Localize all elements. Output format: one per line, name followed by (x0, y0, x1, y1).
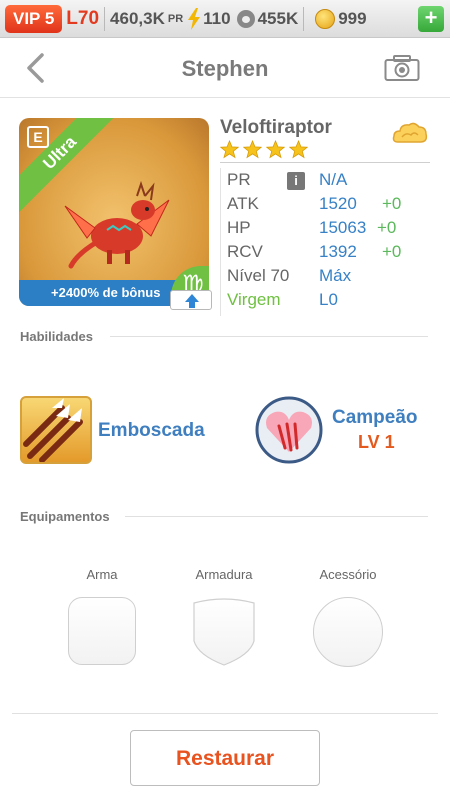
accessory-slot[interactable] (313, 597, 383, 667)
weapon-label: Arma (86, 567, 118, 582)
gems-value: 999 (338, 8, 367, 28)
ambush-skill-icon[interactable] (20, 396, 92, 464)
stat-bonus: +0 (382, 194, 402, 213)
status-divider (303, 6, 305, 31)
stat-label: HP (227, 218, 251, 237)
stat-label: PR (227, 170, 251, 189)
skill-name-ambush[interactable]: Emboscada (98, 420, 205, 442)
stat-label: Nível 70 (227, 266, 290, 285)
arrows-icon (23, 398, 83, 462)
stat-bonus: +0 (377, 218, 397, 237)
paw-icon (236, 9, 255, 28)
star-rating (220, 140, 308, 159)
evolution-badge: E (27, 126, 49, 148)
zodiac-level: L0 (319, 290, 338, 309)
name-divider (220, 162, 430, 163)
arrow-up-icon (185, 294, 199, 308)
dragon-card[interactable]: Ultra E +2400% de bônus ♍ (19, 118, 209, 306)
status-divider (104, 6, 106, 31)
header: Stephen (0, 38, 450, 98)
power-rating-label: PR (167, 12, 184, 25)
dragon-image (64, 180, 170, 269)
star-icon (266, 140, 285, 159)
stats-panel: PR i N/A ATK 1520 +0 HP 15063 +0 RCV 139… (220, 168, 430, 316)
add-currency-button[interactable]: + (418, 6, 444, 32)
zodiac-label: Virgem (227, 290, 281, 309)
armor-label: Armadura (195, 567, 253, 582)
section-divider (110, 336, 428, 337)
vip-badge[interactable]: VIP 5 (5, 4, 63, 33)
skill-name-champion[interactable]: Campeão (332, 407, 418, 429)
abilities-heading: Habilidades (20, 329, 93, 344)
power-rating-value: 460,3K (110, 8, 165, 28)
cloud-icon (392, 122, 428, 143)
energy-value: 110 (203, 8, 231, 28)
champion-skill-icon[interactable] (255, 396, 323, 464)
stat-value: N/A (319, 170, 348, 189)
dragon-name: Veloftiraptor (220, 117, 332, 138)
stat-bonus: +0 (382, 242, 402, 261)
stat-label: RCV (227, 242, 263, 261)
stat-value: 1520 (319, 194, 357, 213)
stat-value: 15063 (319, 218, 367, 237)
weapon-slot[interactable] (68, 597, 136, 665)
stat-label: ATK (227, 194, 259, 213)
equipment-heading: Equipamentos (20, 509, 110, 524)
star-icon (220, 140, 239, 159)
power-rating: 460,3K PR (110, 9, 183, 29)
bottom-divider (12, 713, 438, 714)
stat-value: 1392 (319, 242, 357, 261)
armor-slot[interactable] (190, 597, 258, 667)
skill-level: LV 1 (358, 432, 395, 452)
status-bar: VIP 5 L70 460,3K PR 110 455K 999 + (0, 0, 450, 38)
upgrade-button[interactable] (170, 290, 212, 310)
star-icon (289, 140, 308, 159)
accessory-label: Acessório (319, 567, 377, 582)
camera-icon[interactable] (384, 54, 420, 82)
info-icon[interactable]: i (287, 172, 305, 190)
bolt-icon (188, 7, 201, 30)
stat-value: Máx (319, 266, 352, 285)
restore-button[interactable]: Restaurar (130, 730, 320, 786)
star-icon (243, 140, 262, 159)
section-divider (125, 516, 428, 517)
food-value: 455K (257, 8, 299, 28)
player-level: L70 (66, 7, 100, 29)
page-title: Stephen (181, 56, 269, 81)
coin-icon (315, 8, 336, 29)
